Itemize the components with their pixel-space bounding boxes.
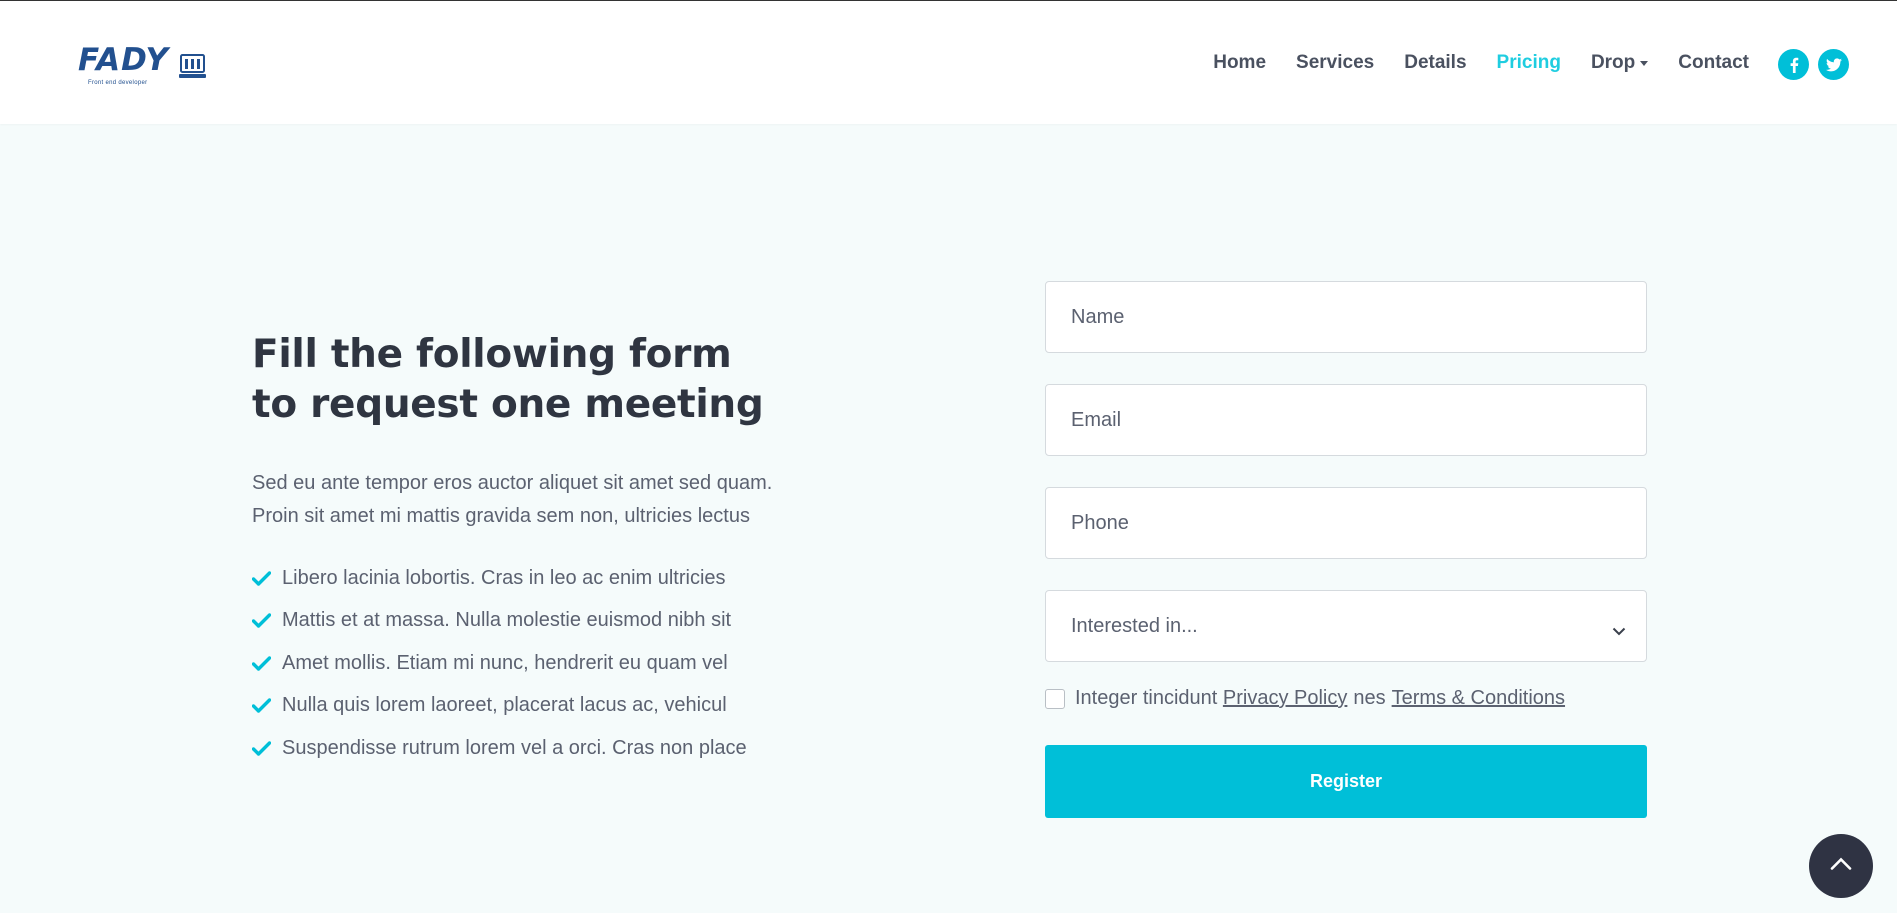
email-input[interactable]: Email [1045, 384, 1647, 456]
laptop-icon [178, 53, 206, 85]
register-button[interactable]: Register [1045, 745, 1647, 818]
scroll-to-top-button[interactable] [1809, 834, 1873, 898]
check-icon [252, 571, 272, 586]
list-item: Libero lacinia lobortis. Cras in leo ac … [252, 557, 892, 600]
twitter-icon[interactable] [1818, 49, 1849, 80]
check-icon [252, 613, 272, 628]
terms-agreement: Integer tincidunt Privacy Policy nes Ter… [1045, 687, 1647, 710]
list-item-text: Suspendisse rutrum lorem vel a orci. Cra… [282, 736, 747, 759]
nav-pricing[interactable]: Pricing [1497, 52, 1561, 74]
main-nav: Home Services Details Pricing Drop Conta… [1183, 52, 1749, 74]
chevron-up-icon [1830, 857, 1852, 875]
list-item: Mattis et at massa. Nulla molestie euism… [252, 600, 892, 643]
nav-drop-label: Drop [1590, 52, 1636, 73]
name-input[interactable]: Name [1045, 281, 1647, 353]
logo-tagline: Front end developer [88, 80, 148, 86]
intro-line-1: Sed eu ante tempor eros auctor aliquet s… [252, 472, 773, 494]
name-placeholder: Name [1071, 305, 1125, 328]
intro-text: Sed eu ante tempor eros auctor aliquet s… [252, 467, 892, 533]
agree-prefix: Integer tincidunt [1075, 687, 1218, 709]
logo[interactable]: FADY Front end developer [78, 42, 206, 86]
social-links [1769, 49, 1849, 80]
check-icon [252, 698, 272, 713]
email-placeholder: Email [1071, 408, 1122, 431]
facebook-icon[interactable] [1778, 49, 1809, 80]
caret-down-icon [1640, 60, 1649, 66]
chevron-down-icon [1612, 619, 1626, 642]
nav-home[interactable]: Home [1213, 52, 1266, 74]
meeting-request-form: Name Email Phone Interested in... Intege… [1045, 281, 1647, 818]
title-line-1: Fill the following form [252, 332, 732, 377]
check-icon [252, 656, 272, 671]
terms-conditions-link[interactable]: Terms & Conditions [1392, 687, 1565, 710]
intro-line-2: Proin sit amet mi mattis gravida sem non… [252, 505, 750, 527]
nav-details[interactable]: Details [1404, 52, 1466, 74]
site-header: FADY Front end developer Home Services D… [0, 1, 1897, 124]
list-item: Suspendisse rutrum lorem vel a orci. Cra… [252, 727, 892, 770]
list-item-text: Libero lacinia lobortis. Cras in leo ac … [282, 566, 726, 589]
interest-selected-value: Interested in... [1071, 614, 1198, 637]
list-item-text: Amet mollis. Etiam mi nunc, hendrerit eu… [282, 651, 728, 674]
phone-input[interactable]: Phone [1045, 487, 1647, 559]
interest-select[interactable]: Interested in... [1045, 590, 1647, 662]
list-item-text: Mattis et at massa. Nulla molestie euism… [282, 609, 732, 632]
privacy-policy-link[interactable]: Privacy Policy [1223, 687, 1347, 710]
logo-wordmark: FADY [78, 42, 169, 78]
intro-section: Fill the following form to request one m… [252, 330, 892, 770]
list-item: Amet mollis. Etiam mi nunc, hendrerit eu… [252, 642, 892, 685]
agree-mid: nes [1353, 687, 1386, 709]
feature-list: Libero lacinia lobortis. Cras in leo ac … [252, 557, 892, 770]
nav-drop-dropdown[interactable]: Drop [1590, 52, 1649, 74]
list-item-text: Nulla quis lorem laoreet, placerat lacus… [282, 694, 727, 717]
check-icon [252, 741, 272, 756]
terms-checkbox[interactable] [1045, 688, 1065, 709]
nav-contact[interactable]: Contact [1678, 52, 1749, 74]
list-item: Nulla quis lorem laoreet, placerat lacus… [252, 685, 892, 728]
title-line-2: to request one meeting [252, 382, 764, 427]
nav-services[interactable]: Services [1296, 52, 1374, 74]
phone-placeholder: Phone [1071, 511, 1129, 534]
page-title: Fill the following form to request one m… [252, 330, 892, 430]
